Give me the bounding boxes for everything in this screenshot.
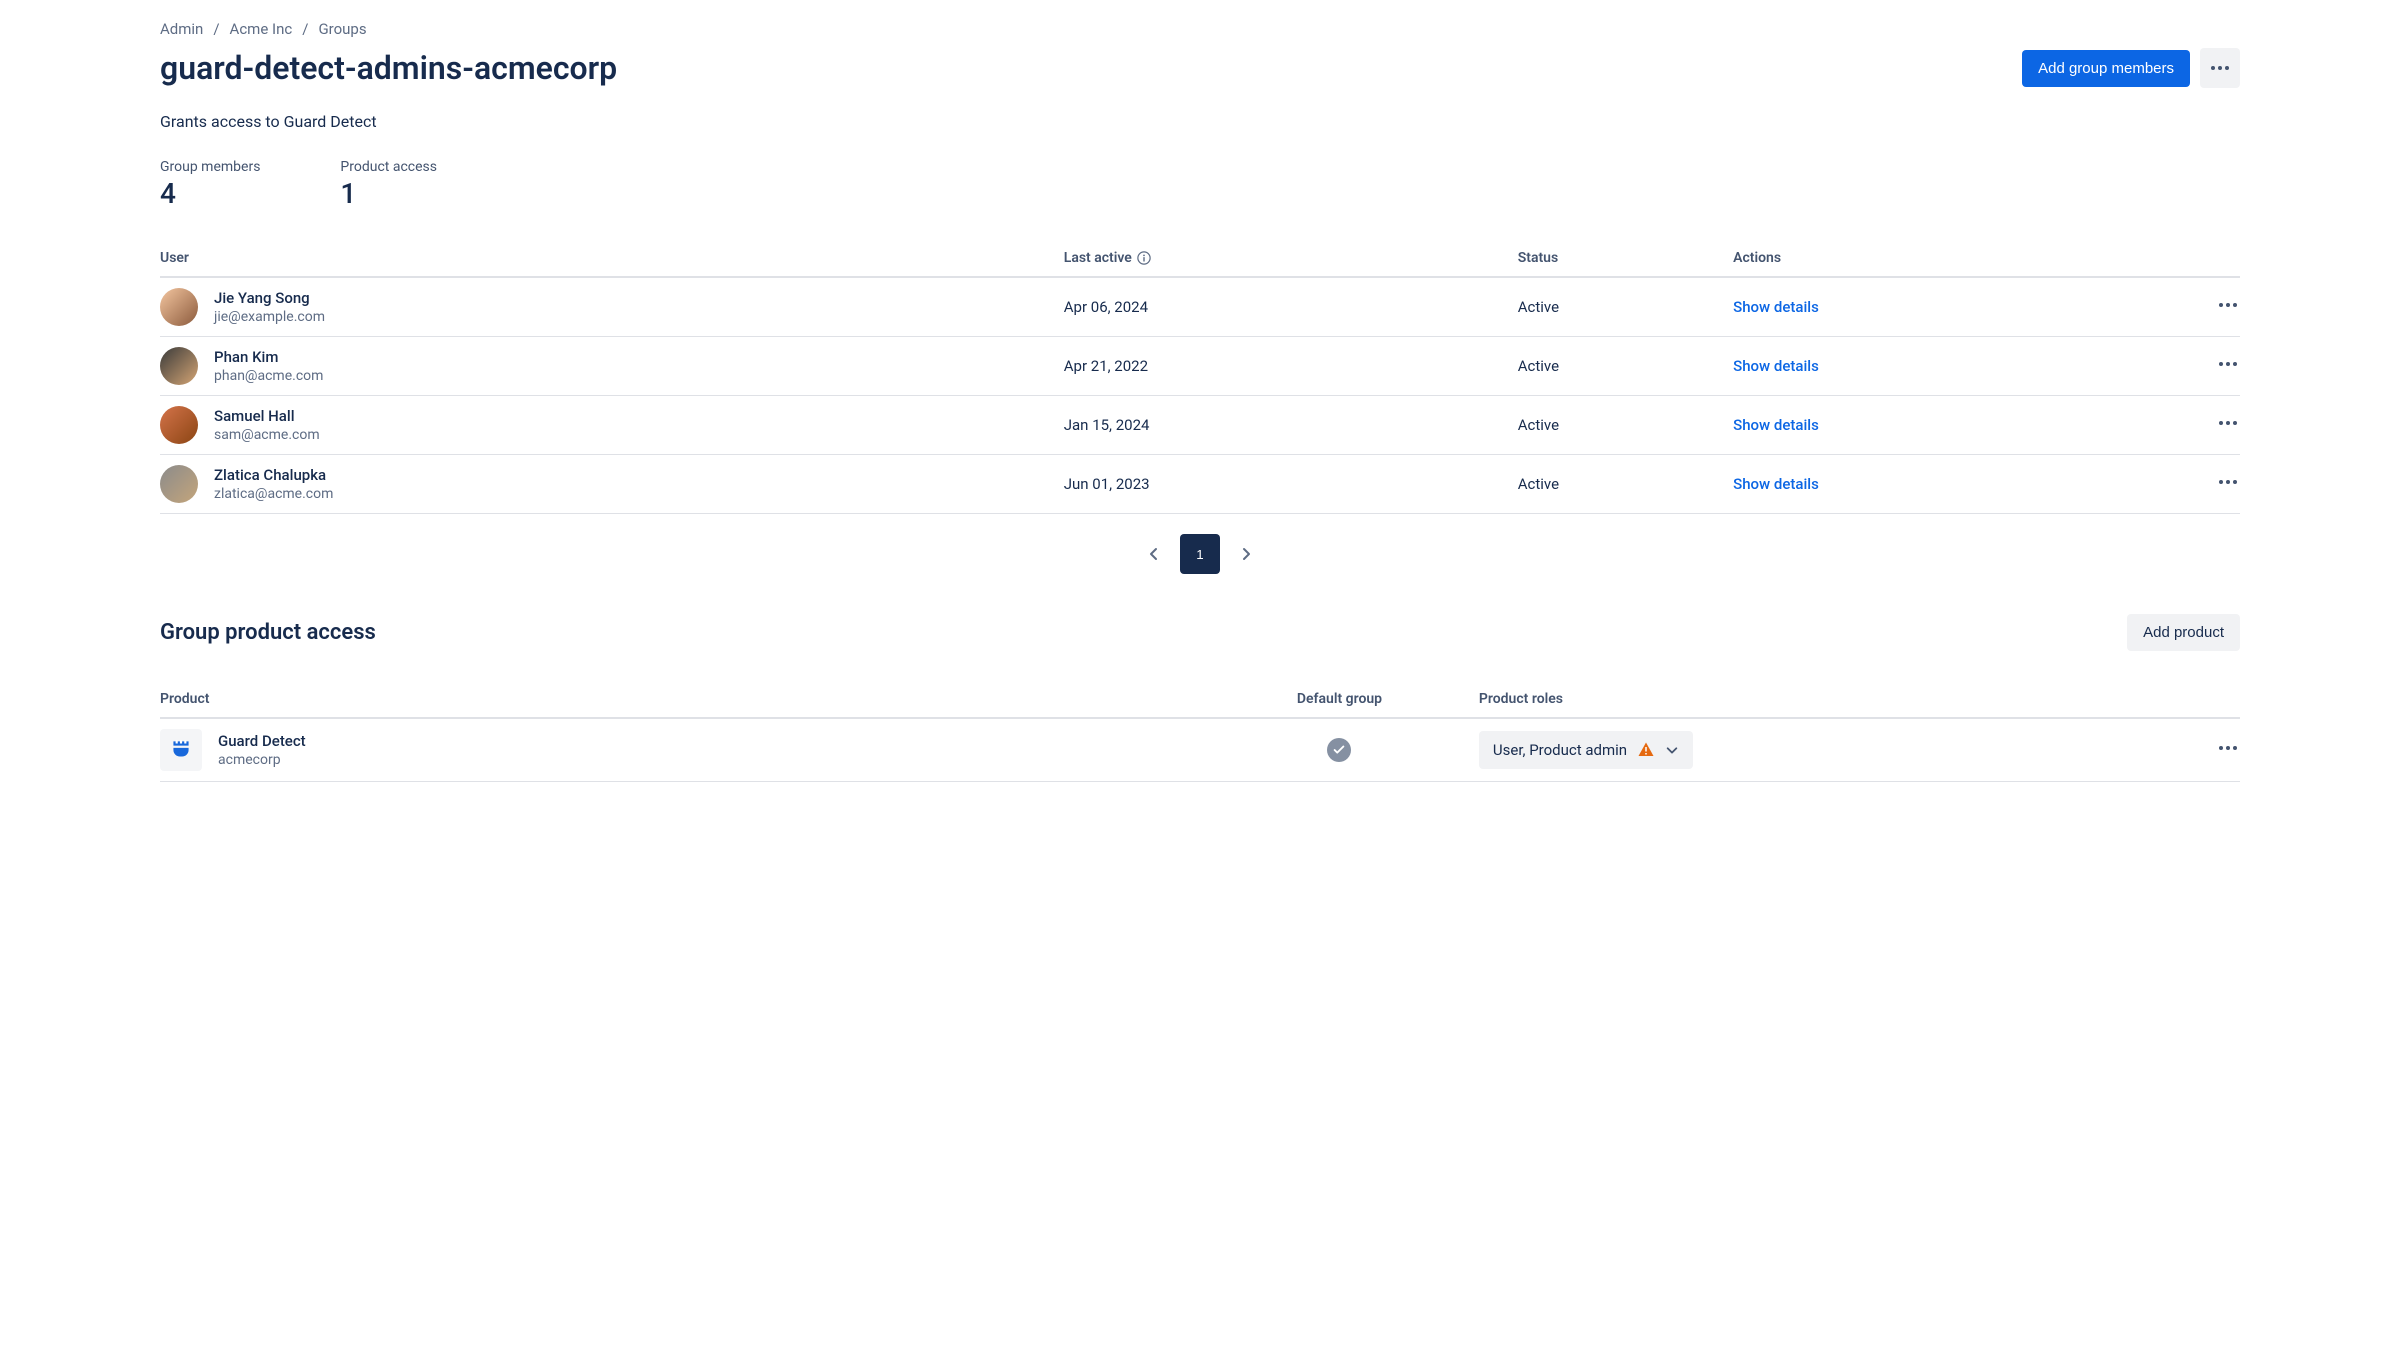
- more-icon: [2208, 56, 2232, 80]
- user-name: Jie Yang Song: [214, 289, 325, 307]
- chevron-left-icon: [1146, 546, 1162, 562]
- show-details-link[interactable]: Show details: [1733, 475, 1819, 493]
- table-row: Zlatica Chalupka zlatica@acme.com Jun 01…: [160, 455, 2240, 514]
- status-cell: Active: [1518, 455, 1733, 514]
- col-status: Status: [1518, 240, 1733, 277]
- page-number-button[interactable]: 1: [1180, 534, 1220, 574]
- group-description: Grants access to Guard Detect: [160, 112, 2240, 131]
- stat-members-label: Group members: [160, 159, 260, 175]
- page-prev-button[interactable]: [1134, 534, 1174, 574]
- last-active-cell: Apr 06, 2024: [1064, 277, 1518, 337]
- avatar: [160, 347, 198, 385]
- stat-members: Group members 4: [160, 159, 260, 210]
- status-cell: Active: [1518, 277, 1733, 337]
- col-product: Product: [160, 681, 1200, 718]
- breadcrumb-admin[interactable]: Admin: [160, 20, 203, 38]
- default-group-check-icon: [1327, 738, 1351, 762]
- row-more-button[interactable]: [2216, 411, 2240, 435]
- breadcrumb-separator: /: [213, 20, 219, 38]
- user-name: Samuel Hall: [214, 407, 320, 425]
- avatar: [160, 406, 198, 444]
- breadcrumb-separator: /: [302, 20, 308, 38]
- table-row: Samuel Hall sam@acme.com Jan 15, 2024 Ac…: [160, 396, 2240, 455]
- info-icon[interactable]: [1137, 251, 1151, 265]
- warning-icon: [1637, 741, 1655, 759]
- pagination: 1: [160, 534, 2240, 574]
- user-name: Phan Kim: [214, 348, 323, 366]
- breadcrumb-groups[interactable]: Groups: [318, 20, 366, 38]
- col-user: User: [160, 240, 1064, 277]
- product-access-table: Product Default group Product roles Guar…: [160, 681, 2240, 782]
- user-email: zlatica@acme.com: [214, 486, 333, 502]
- stat-members-value: 4: [160, 177, 260, 210]
- product-roles-select[interactable]: User, Product admin: [1479, 731, 1693, 769]
- status-cell: Active: [1518, 337, 1733, 396]
- row-more-button[interactable]: [2216, 352, 2240, 376]
- col-actions: Actions: [1733, 240, 2180, 277]
- user-email: sam@acme.com: [214, 427, 320, 443]
- col-roles: Product roles: [1479, 681, 2180, 718]
- breadcrumb: Admin / Acme Inc / Groups: [160, 20, 2240, 38]
- breadcrumb-org[interactable]: Acme Inc: [230, 20, 293, 38]
- status-cell: Active: [1518, 396, 1733, 455]
- page-title: guard-detect-admins-acmecorp: [160, 49, 617, 87]
- user-name: Zlatica Chalupka: [214, 466, 333, 484]
- last-active-cell: Jan 15, 2024: [1064, 396, 1518, 455]
- table-row: Jie Yang Song jie@example.com Apr 06, 20…: [160, 277, 2240, 337]
- user-email: jie@example.com: [214, 309, 325, 325]
- product-name: Guard Detect: [218, 732, 306, 750]
- stat-access-label: Product access: [340, 159, 437, 175]
- row-more-button[interactable]: [2216, 470, 2240, 494]
- page-more-actions-button[interactable]: [2200, 48, 2240, 88]
- product-row: Guard Detect acmecorp User, Product admi…: [160, 718, 2240, 782]
- product-row-more-button[interactable]: [2216, 736, 2240, 760]
- product-site: acmecorp: [218, 752, 306, 768]
- roles-label: User, Product admin: [1493, 741, 1627, 759]
- show-details-link[interactable]: Show details: [1733, 298, 1819, 316]
- show-details-link[interactable]: Show details: [1733, 357, 1819, 375]
- stat-access-value: 1: [340, 177, 437, 210]
- page-next-button[interactable]: [1226, 534, 1266, 574]
- table-row: Phan Kim phan@acme.com Apr 21, 2022 Acti…: [160, 337, 2240, 396]
- product-access-heading: Group product access: [160, 620, 376, 645]
- avatar: [160, 465, 198, 503]
- add-group-members-button[interactable]: Add group members: [2022, 50, 2190, 87]
- col-last-active: Last active: [1064, 240, 1518, 277]
- avatar: [160, 288, 198, 326]
- col-default-group: Default group: [1200, 681, 1479, 718]
- members-table: User Last active Status Actions Jie Yang…: [160, 240, 2240, 514]
- last-active-cell: Apr 21, 2022: [1064, 337, 1518, 396]
- stat-access: Product access 1: [340, 159, 437, 210]
- show-details-link[interactable]: Show details: [1733, 416, 1819, 434]
- chevron-down-icon: [1665, 743, 1679, 757]
- row-more-button[interactable]: [2216, 293, 2240, 317]
- chevron-right-icon: [1238, 546, 1254, 562]
- add-product-button[interactable]: Add product: [2127, 614, 2240, 651]
- product-icon: [160, 729, 202, 771]
- last-active-cell: Jun 01, 2023: [1064, 455, 1518, 514]
- user-email: phan@acme.com: [214, 368, 323, 384]
